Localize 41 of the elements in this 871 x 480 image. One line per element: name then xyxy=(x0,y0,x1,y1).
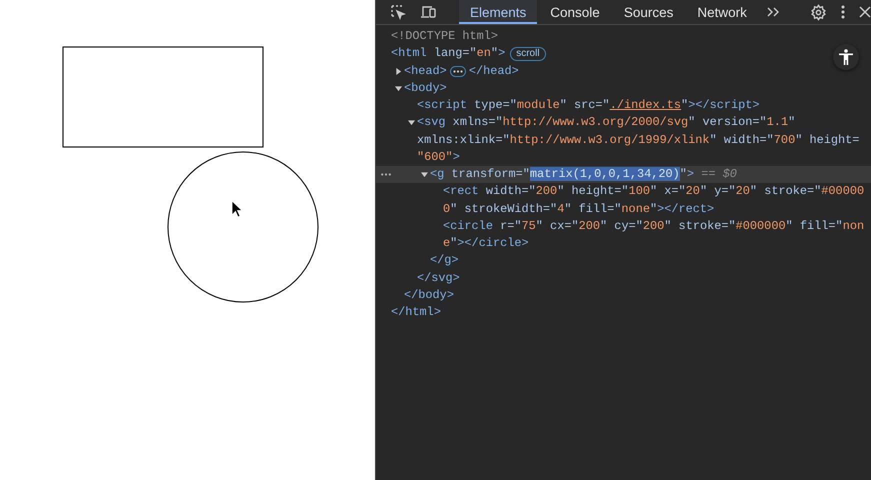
scroll-badge[interactable]: scroll xyxy=(510,46,546,61)
caret-icon[interactable] xyxy=(421,171,428,178)
code-text: <svg xmlns="http://www.w3.org/2000/svg" version="1.1" xyxy=(417,114,796,132)
panel-tab[interactable]: Sources xyxy=(612,0,684,24)
dom-node-row[interactable]: <html lang="en"> scroll xyxy=(376,45,871,62)
dom-node-row[interactable]: <svg xmlns="http://www.w3.org/2000/svg" version="1.1" xmlns:xlink="http://www.w3.org/1999/xlink" width="700" height= "600"> xyxy=(376,114,871,166)
dom-node-row[interactable]: <!DOCTYPE html> xyxy=(376,28,871,46)
code-text: <g transform="matrix(1,0,0,1,34,20)"> == $0 xyxy=(430,166,737,183)
dom-node-row[interactable]: <head> </head> xyxy=(376,62,871,80)
dom-node-row[interactable]: <g transform="matrix(1,0,0,1,34,20)"> == $0 xyxy=(376,166,871,184)
code-text: e"></circle> xyxy=(443,235,529,252)
code-text: xmlns:xlink="http://www.w3.org/1999/xlink" width="700" height= xyxy=(417,132,860,148)
panel-tab[interactable]: Console xyxy=(539,0,611,24)
caret-icon[interactable] xyxy=(408,119,415,126)
dom-node-row[interactable]: <circle r="75" cx="200" cy="200" stroke="#000000" fill="non e"></circle> xyxy=(376,218,871,252)
code-text: <!DOCTYPE html> xyxy=(391,28,498,45)
dom-node-row[interactable]: <script type="module" src="./index.ts"></script> xyxy=(376,97,871,114)
dom-node-row[interactable]: <rect width="200" height="100" x="20" y="20" stroke="#00000 0" strokeWidth="4" fill="none"></rect> xyxy=(376,183,871,218)
code-text: </svg> xyxy=(417,270,460,286)
dom-node-row[interactable]: <body> xyxy=(376,80,871,97)
code-text: <circle r="75" cx="200" cy="200" stroke="#000000" fill="non xyxy=(443,218,864,235)
code-text: 0" strokeWidth="4" fill="none"></rect> xyxy=(443,200,714,218)
code-text: <head> xyxy=(404,62,447,80)
code-text: </html> xyxy=(391,304,441,321)
code-text: <body> xyxy=(404,80,447,97)
panel-tab[interactable]: Elements xyxy=(459,0,538,24)
panel-tab[interactable]: Network xyxy=(686,0,758,24)
caret-icon[interactable] xyxy=(395,84,402,92)
code-text: </body> xyxy=(404,286,454,304)
code-text: <html lang="en"> xyxy=(391,45,506,62)
code-text: <script type="module" src="./index.ts"></script> xyxy=(417,97,760,114)
more-icon[interactable] xyxy=(381,173,391,176)
accessibility-button[interactable] xyxy=(833,44,859,70)
cursor-icon xyxy=(232,200,243,218)
caret-icon[interactable] xyxy=(395,68,402,75)
code-text: </head> xyxy=(468,62,519,80)
code-text: "600"> xyxy=(417,148,460,166)
code-text: <rect width="200" height="100" x="20" y="20" stroke="#00000 xyxy=(443,183,864,200)
code-text: </g> xyxy=(430,252,459,270)
ellipsis-icon[interactable] xyxy=(450,66,466,77)
accessibility-icon xyxy=(839,49,853,65)
